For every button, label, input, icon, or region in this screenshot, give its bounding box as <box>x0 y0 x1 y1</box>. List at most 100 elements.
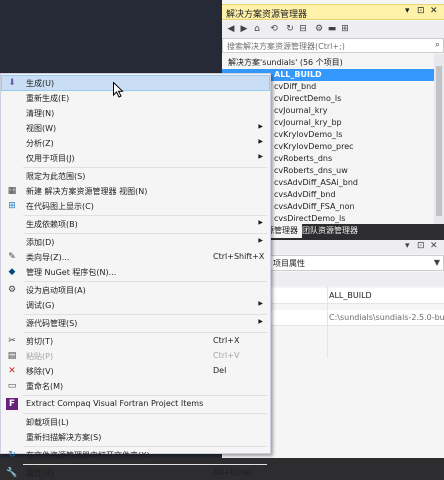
class-wizard-icon: ✎ <box>8 252 16 262</box>
solution-explorer-search-input[interactable]: 搜索解决方案资源管理器(Ctrl+;) ⌕ <box>222 38 444 53</box>
menu-item-label: 设为启动项目(A) <box>26 286 86 295</box>
menu-item-label: 在文件资源管理器中打开文件夹(X) <box>26 451 150 460</box>
menu-item[interactable]: ✂ 剪切(T) Ctrl+X <box>2 334 269 348</box>
menu-item-label: 调试(G) <box>26 301 55 310</box>
menu-item[interactable]: 源代码管理(S) ▶ <box>2 316 269 330</box>
menu-separator <box>23 281 267 282</box>
menu-item[interactable]: ⚙ 设为启动项目(A) <box>2 283 269 297</box>
remove-icon: ✕ <box>8 366 16 376</box>
menu-item-icon-slot <box>6 170 18 182</box>
menu-item-label: 源代码管理(S) <box>26 319 78 328</box>
menu-item-icon-slot <box>6 107 18 119</box>
sync-icon[interactable]: ⟲ <box>268 23 280 35</box>
home-icon[interactable]: ⌂ <box>251 23 263 35</box>
menu-item[interactable]: ▦ 新建 解决方案资源管理器 视图(N) <box>2 184 269 198</box>
menu-item-icon-slot <box>6 416 18 428</box>
menu-separator <box>23 167 267 168</box>
collapse-icon[interactable]: ⊟ <box>297 23 309 35</box>
menu-item-label: 视图(W) <box>26 124 57 133</box>
panel-menu-icon[interactable]: ▾ <box>405 6 410 16</box>
menu-item-label: 类向导(Z)... <box>26 253 70 262</box>
menu-item[interactable]: ↻ 在文件资源管理器中打开文件夹(X) <box>2 448 269 462</box>
menu-item[interactable]: 生成依赖项(B) ▶ <box>2 217 269 231</box>
menu-item[interactable]: ▭ 重命名(M) <box>2 379 269 393</box>
startup-project-icon: ⚙ <box>7 285 17 295</box>
menu-item-icon-slot <box>6 431 18 443</box>
menu-item[interactable]: 调试(G) ▶ <box>2 298 269 312</box>
menu-item[interactable]: 卸载项目(L) <box>2 415 269 429</box>
menu-separator <box>23 395 267 396</box>
menu-item[interactable]: 重新生成(E) <box>2 91 269 105</box>
tab-team-explorer[interactable]: 团队资源管理器 <box>298 224 362 238</box>
panel-close-icon[interactable]: ✕ <box>430 6 438 16</box>
properties-close-icon[interactable]: ✕ <box>430 241 438 251</box>
submenu-arrow-icon: ▶ <box>258 219 263 226</box>
menu-item-label: 重命名(M) <box>26 382 64 391</box>
solution-explorer-title-bar[interactable]: 解决方案资源管理器 ▾ ⊡ ✕ <box>222 4 444 20</box>
search-placeholder: 搜索解决方案资源管理器(Ctrl+;) <box>227 42 345 51</box>
menu-item-icon-slot <box>6 236 18 248</box>
open-folder-icon: ↻ <box>8 450 16 460</box>
menu-item-shortcut: Ctrl+X <box>213 336 240 345</box>
menu-separator <box>23 464 267 465</box>
menu-item[interactable]: 添加(D) ▶ <box>2 235 269 249</box>
build-icon: ⬇ <box>8 78 16 88</box>
menu-item-shortcut: Ctrl+V <box>213 351 240 360</box>
menu-separator <box>23 314 267 315</box>
menu-item-label: 生成(U) <box>26 79 55 88</box>
menu-item[interactable]: 视图(W) ▶ <box>2 121 269 135</box>
menu-item[interactable]: ⊞ 在代码图上显示(C) <box>2 199 269 213</box>
menu-item-label: 在代码图上显示(C) <box>26 202 94 211</box>
menu-item-label: 添加(D) <box>26 238 55 247</box>
search-icon[interactable]: ⌕ <box>435 40 440 50</box>
menu-item-label: 重新生成(E) <box>26 94 70 103</box>
properties-icon[interactable]: ⚙ <box>313 23 325 35</box>
refresh-icon[interactable]: ↻ <box>284 23 296 35</box>
menu-item-label: 清理(N) <box>26 109 55 118</box>
menu-item[interactable]: ▤ 粘贴(P) Ctrl+V <box>2 349 269 363</box>
menu-item-icon-slot <box>6 152 18 164</box>
menu-item-icon-slot <box>6 137 18 149</box>
properties-pin-icon[interactable]: ⊡ <box>417 241 425 251</box>
menu-item-shortcut: Ctrl+Shift+X <box>213 252 265 261</box>
menu-item[interactable]: 清理(N) <box>2 106 269 120</box>
menu-item[interactable]: ◆ 管理 NuGet 程序包(N)... <box>2 265 269 279</box>
menu-item[interactable]: F Extract Compaq Visual Fortran Project I… <box>2 397 269 411</box>
menu-item-label: 移除(V) <box>26 367 54 376</box>
menu-item[interactable]: 🔧 属性(R) Alt+Enter <box>2 466 269 480</box>
property-column-divider[interactable] <box>327 286 328 358</box>
pin-icon[interactable]: ▬ <box>326 23 338 35</box>
submenu-arrow-icon: ▶ <box>258 138 263 145</box>
menu-item-label: 限定为此范围(S) <box>26 172 86 181</box>
view-icon[interactable]: ⊞ <box>339 23 351 35</box>
menu-item[interactable]: 限定为此范围(S) <box>2 169 269 183</box>
code-map-icon: ⊞ <box>8 201 16 211</box>
panel-pin-icon[interactable]: ⊡ <box>417 6 425 16</box>
context-menu: ⬇ 生成(U) 重新生成(E) 清理(N) 视图(W) ▶ 分析(Z) ▶ 仅用于项目(J) ▶ 限… <box>0 73 271 478</box>
solution-node[interactable]: 解决方案'sundials' (56 个项目) <box>222 57 434 69</box>
menu-item-icon-slot <box>6 317 18 329</box>
tree-scrollbar[interactable] <box>434 54 444 224</box>
menu-item[interactable]: ✎ 类向导(Z)... Ctrl+Shift+X <box>2 250 269 264</box>
menu-item[interactable]: ✕ 移除(V) Del <box>2 364 269 378</box>
forward-icon[interactable]: ▶ <box>238 23 250 35</box>
nuget-icon: ◆ <box>8 267 16 277</box>
menu-item[interactable]: ⬇ 生成(U) <box>1 75 270 91</box>
menu-item-icon-slot <box>6 218 18 230</box>
menu-item[interactable]: 重新扫描解决方案(S) <box>2 430 269 444</box>
menu-item[interactable]: 仅用于项目(J) ▶ <box>2 151 269 165</box>
properties-icon: 🔧 <box>6 468 18 478</box>
scrollbar-thumb[interactable] <box>436 66 442 216</box>
menu-item-label: 剪切(T) <box>26 337 54 346</box>
menu-item-label: 属性(R) <box>26 469 54 478</box>
menu-item-label: 仅用于项目(J) <box>26 154 75 163</box>
menu-item[interactable]: 分析(Z) ▶ <box>2 136 269 150</box>
menu-item-label: 分析(Z) <box>26 139 54 148</box>
menu-separator <box>23 233 267 234</box>
menu-item-label: 重新扫描解决方案(S) <box>26 433 102 442</box>
back-icon[interactable]: ◀ <box>225 23 237 35</box>
fortran-icon: F <box>6 398 18 410</box>
properties-menu-icon[interactable]: ▾ <box>405 241 410 251</box>
chevron-down-icon[interactable]: ▼ <box>434 258 440 267</box>
properties-object-label: 项目属性 <box>273 259 305 268</box>
